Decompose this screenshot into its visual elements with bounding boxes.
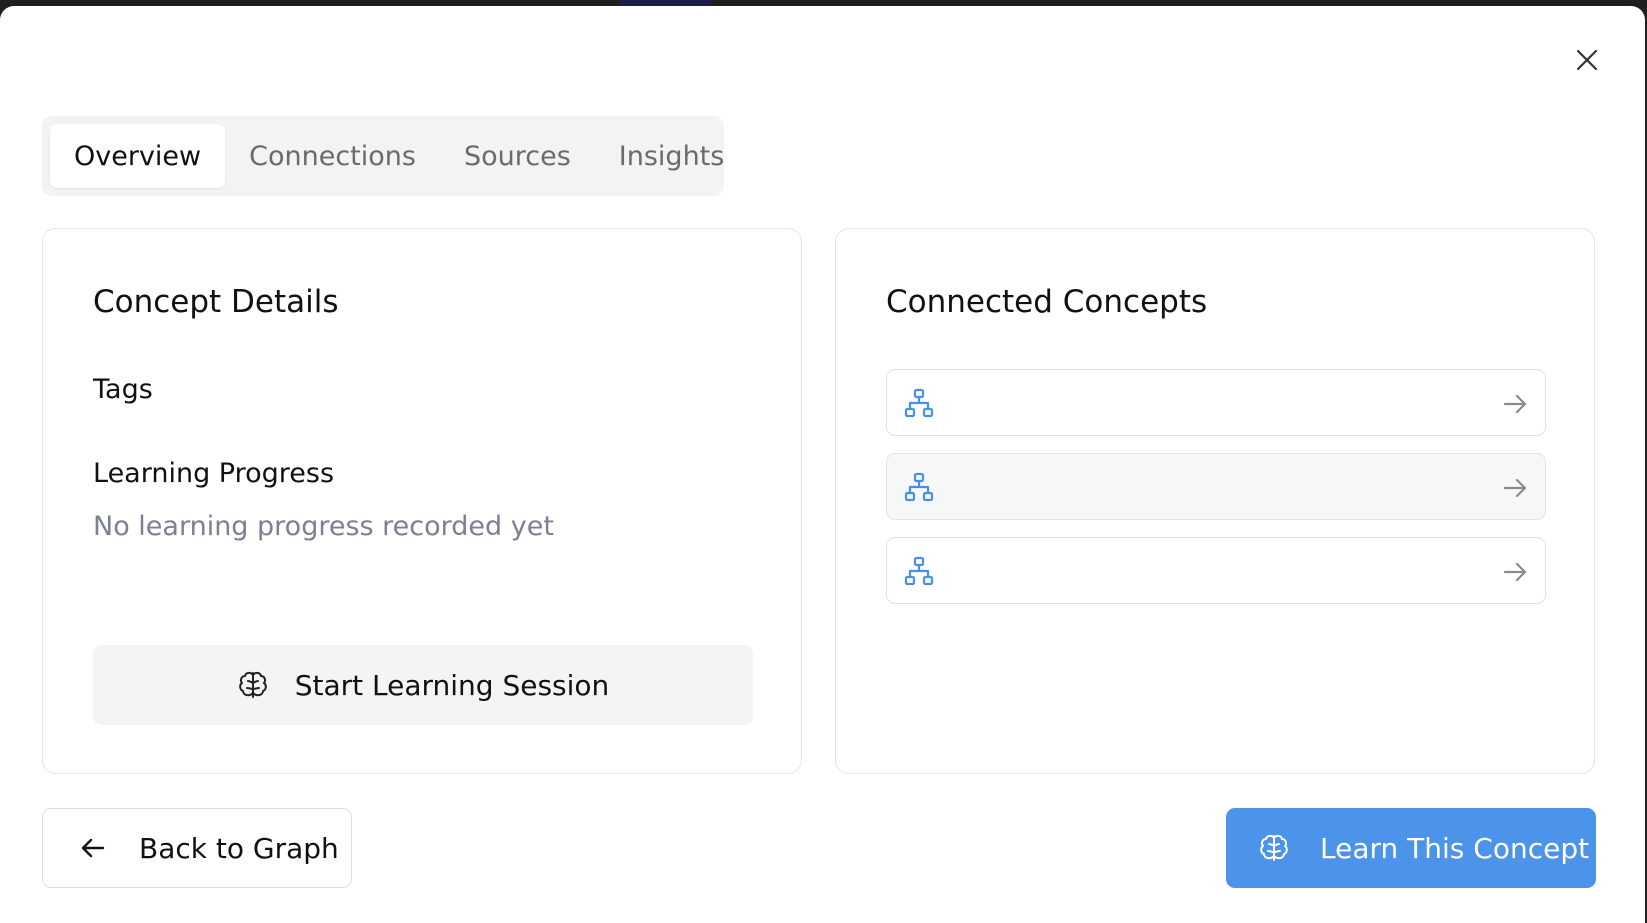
concept-details-card: Concept Details Tags Learning Progress N… <box>42 228 802 774</box>
arrow-right-icon <box>1503 562 1527 582</box>
connected-concept-item[interactable] <box>886 537 1546 604</box>
network-icon <box>904 556 934 586</box>
learn-this-concept-button[interactable]: Learn This Concept <box>1226 808 1596 888</box>
arrow-left-icon <box>81 838 105 858</box>
arrow-right-icon <box>1503 394 1527 414</box>
start-learning-session-button[interactable]: Start Learning Session <box>93 645 753 725</box>
learn-this-concept-label: Learn This Concept <box>1320 831 1590 865</box>
connected-concept-item[interactable] <box>886 369 1546 436</box>
learning-progress-label: Learning Progress <box>93 458 335 489</box>
tab-list: Overview Connections Sources Insights <box>42 116 724 196</box>
tab-insights[interactable]: Insights <box>595 124 749 188</box>
close-icon <box>1576 49 1598 71</box>
tab-sources[interactable]: Sources <box>440 124 595 188</box>
arrow-right-icon <box>1503 478 1527 498</box>
brain-icon <box>238 671 267 698</box>
concept-dialog: Overview Connections Sources Insights Co… <box>0 6 1645 923</box>
back-to-graph-button[interactable]: Back to Graph <box>42 808 352 888</box>
tab-overview[interactable]: Overview <box>50 124 226 188</box>
network-icon <box>904 472 934 502</box>
back-to-graph-label: Back to Graph <box>139 831 339 865</box>
network-icon <box>904 388 934 418</box>
concept-details-title: Concept Details <box>93 284 339 320</box>
tab-connections[interactable]: Connections <box>225 124 440 188</box>
connected-concepts-card: Connected Concepts <box>835 228 1595 774</box>
start-learning-session-label: Start Learning Session <box>294 668 610 702</box>
learning-progress-empty-text: No learning progress recorded yet <box>93 511 554 542</box>
close-button[interactable] <box>1569 42 1605 78</box>
connected-concept-item[interactable] <box>886 453 1546 520</box>
connected-concepts-title: Connected Concepts <box>886 284 1208 320</box>
brain-icon <box>1260 834 1288 861</box>
tags-label: Tags <box>93 374 153 405</box>
